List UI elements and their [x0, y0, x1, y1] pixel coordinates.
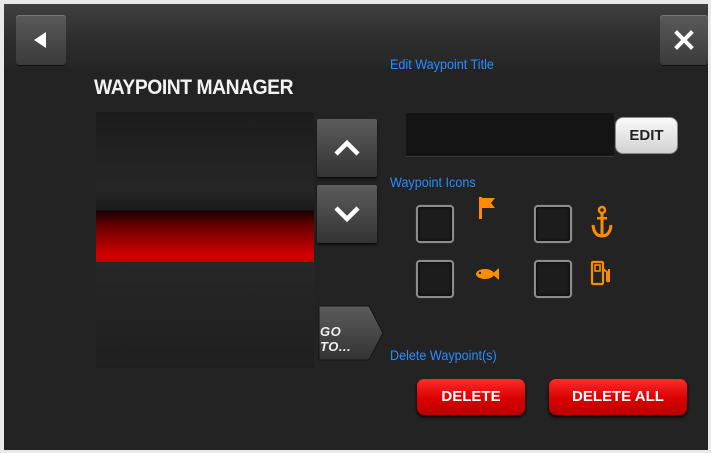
fuel-icon: [590, 260, 610, 286]
top-bar: [4, 4, 708, 68]
close-button[interactable]: [660, 15, 708, 65]
fish-icon: [476, 268, 499, 280]
flag-checkbox[interactable]: [416, 205, 454, 243]
delete-all-button[interactable]: DELETE ALL: [549, 379, 687, 415]
waypoint-title-input[interactable]: [406, 113, 614, 157]
goto-label: GO TO...: [320, 324, 352, 354]
page-title: WAYPOINT MANAGER: [94, 76, 294, 99]
edit-title-label: Edit Waypoint Title: [390, 56, 494, 72]
fish-checkbox[interactable]: [416, 260, 454, 298]
delete-waypoints-label: Delete Waypoint(s): [390, 347, 497, 363]
anchor-checkbox[interactable]: [534, 205, 572, 243]
delete-button[interactable]: DELETE: [417, 379, 525, 415]
move-up-button[interactable]: [317, 119, 377, 177]
list-item[interactable]: [96, 112, 314, 211]
back-button[interactable]: [16, 15, 66, 65]
flag-icon: [479, 197, 495, 219]
move-down-button[interactable]: [317, 185, 377, 243]
goto-button[interactable]: GO TO...: [317, 304, 385, 362]
chevron-down-icon: [334, 206, 360, 223]
close-icon: [674, 30, 694, 50]
waypoint-list[interactable]: [96, 112, 314, 368]
waypoint-manager-panel: WAYPOINT MANAGER GO TO... Edit Waypoint …: [4, 4, 708, 450]
back-arrow-icon: [34, 32, 46, 48]
list-item-selected[interactable]: [96, 211, 314, 262]
list-item[interactable]: [96, 262, 314, 368]
chevron-up-icon: [334, 139, 360, 156]
fuel-checkbox[interactable]: [534, 260, 572, 298]
waypoint-icons-label: Waypoint Icons: [390, 174, 476, 190]
anchor-icon: [591, 205, 613, 238]
edit-button[interactable]: EDIT: [615, 117, 678, 154]
